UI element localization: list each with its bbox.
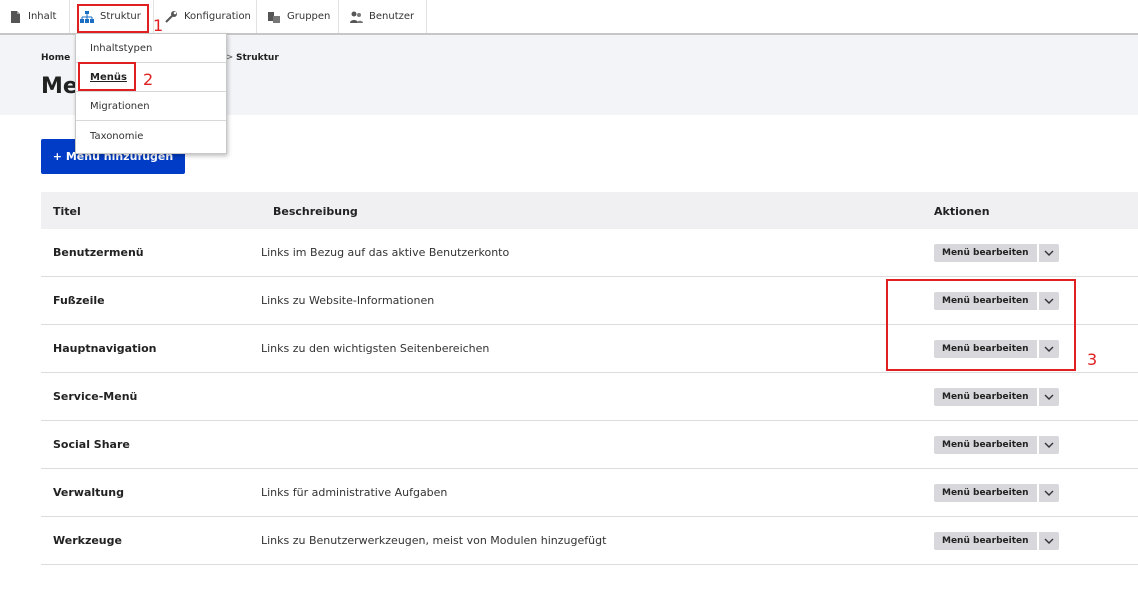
menu-description: Links zu den wichtigsten Seitenbereichen bbox=[261, 342, 490, 355]
page-title: Me bbox=[41, 74, 78, 99]
dropdown-item-inhaltstypen[interactable]: Inhaltstypen bbox=[76, 34, 226, 63]
edit-menu-dropbutton: Menü bearbeiten bbox=[934, 532, 1059, 550]
toolbar-item-label: Konfiguration bbox=[184, 11, 251, 22]
edit-menu-button[interactable]: Menü bearbeiten bbox=[934, 436, 1037, 454]
edit-menu-dropbutton: Menü bearbeiten bbox=[934, 436, 1059, 454]
menu-title: Benutzermenü bbox=[53, 246, 144, 259]
struktur-dropdown-menu: Inhaltstypen Menüs Migrationen Taxonomie bbox=[75, 33, 227, 154]
toolbar-item-gruppen[interactable]: Gruppen bbox=[259, 0, 339, 33]
table-row: Verwaltung Links für administrative Aufg… bbox=[41, 469, 1138, 517]
menu-description: Links zu Benutzerwerkzeugen, meist von M… bbox=[261, 534, 607, 547]
toolbar-item-label: Inhalt bbox=[28, 11, 57, 22]
chevron-down-icon[interactable] bbox=[1038, 388, 1059, 406]
toolbar-item-konfiguration[interactable]: Konfiguration bbox=[156, 0, 257, 33]
toolbar-item-benutzer[interactable]: Benutzer bbox=[341, 0, 427, 33]
menu-title: Verwaltung bbox=[53, 486, 124, 499]
table-row: Benutzermenü Links im Bezug auf das akti… bbox=[41, 229, 1138, 277]
toolbar-item-label: Gruppen bbox=[287, 11, 331, 22]
edit-menu-button[interactable]: Menü bearbeiten bbox=[934, 244, 1037, 262]
group-icon bbox=[267, 10, 281, 24]
file-icon bbox=[8, 10, 22, 24]
table-row: Werkzeuge Links zu Benutzerwerkzeugen, m… bbox=[41, 517, 1138, 565]
menu-title: Service-Menü bbox=[53, 390, 138, 403]
edit-menu-dropbutton: Menü bearbeiten bbox=[934, 244, 1059, 262]
edit-menu-button[interactable]: Menü bearbeiten bbox=[934, 532, 1037, 550]
menu-title: Hauptnavigation bbox=[53, 342, 157, 355]
toolbar-item-label: Benutzer bbox=[369, 11, 415, 22]
chevron-down-icon[interactable] bbox=[1038, 484, 1059, 502]
column-header-title[interactable]: Titel bbox=[53, 205, 81, 218]
breadcrumb-home[interactable]: Home bbox=[41, 53, 70, 63]
annotation-number-1: 1 bbox=[153, 16, 164, 35]
annotation-number-3: 3 bbox=[1087, 350, 1098, 369]
menu-title: Social Share bbox=[53, 438, 130, 451]
edit-menu-button[interactable]: Menü bearbeiten bbox=[934, 484, 1037, 502]
menu-title: Werkzeuge bbox=[53, 534, 122, 547]
wrench-icon bbox=[164, 10, 178, 24]
annotation-box-3 bbox=[886, 279, 1076, 371]
column-header-actions: Aktionen bbox=[934, 205, 990, 218]
breadcrumb-current[interactable]: Struktur bbox=[236, 53, 279, 63]
table-row: Social Share Menü bearbeiten bbox=[41, 421, 1138, 469]
dropdown-item-migrationen[interactable]: Migrationen bbox=[76, 92, 226, 121]
chevron-down-icon[interactable] bbox=[1038, 244, 1059, 262]
edit-menu-dropbutton: Menü bearbeiten bbox=[934, 388, 1059, 406]
menu-title: Fußzeile bbox=[53, 294, 105, 307]
annotation-box-1 bbox=[77, 4, 149, 33]
menu-description: Links zu Website-Informationen bbox=[261, 294, 435, 307]
column-header-description: Beschreibung bbox=[273, 205, 358, 218]
chevron-down-icon[interactable] bbox=[1038, 532, 1059, 550]
annotation-number-2: 2 bbox=[143, 70, 154, 89]
edit-menu-button[interactable]: Menü bearbeiten bbox=[934, 388, 1037, 406]
dropdown-item-taxonomie[interactable]: Taxonomie bbox=[76, 122, 226, 151]
admin-toolbar: Inhalt Struktur Konfiguration Gruppen Be… bbox=[0, 0, 1138, 35]
annotation-box-2 bbox=[78, 62, 136, 91]
table-row: Service-Menü Menü bearbeiten bbox=[41, 373, 1138, 421]
chevron-down-icon[interactable] bbox=[1038, 436, 1059, 454]
menu-description: Links im Bezug auf das aktive Benutzerko… bbox=[261, 246, 510, 259]
edit-menu-dropbutton: Menü bearbeiten bbox=[934, 484, 1059, 502]
user-icon bbox=[349, 10, 363, 24]
toolbar-item-inhalt[interactable]: Inhalt bbox=[0, 0, 70, 33]
menu-description: Links für administrative Aufgaben bbox=[261, 486, 448, 499]
